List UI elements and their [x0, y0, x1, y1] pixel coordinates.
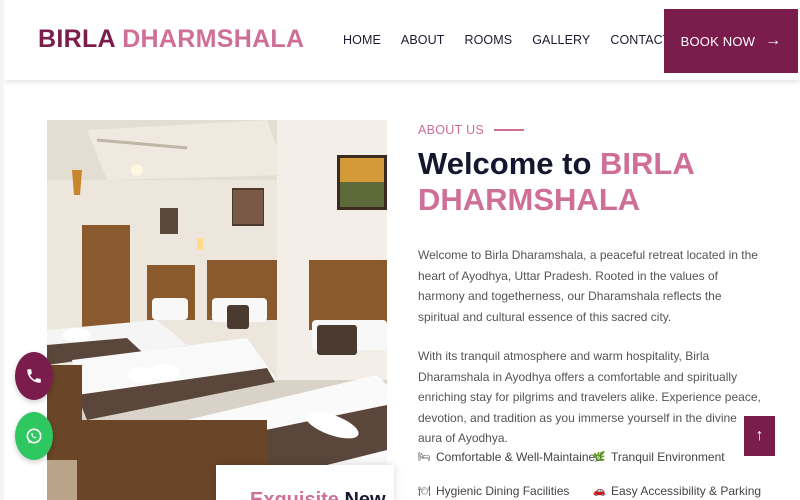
heading-pink-2: DHARMSHALA [418, 182, 641, 217]
nav-about[interactable]: ABOUT [401, 33, 445, 47]
dining-icon: 🍽 [418, 485, 431, 497]
page-title: Welcome to BIRLA DHARMSHALA [418, 146, 778, 218]
book-now-button[interactable]: BOOK NOW → [664, 9, 798, 73]
feature-label: Hygienic Dining Facilities [436, 484, 570, 498]
photo-caption-card: Exquisite New [216, 465, 394, 500]
main-nav: HOME ABOUT ROOMS GALLERY CONTACT US [343, 33, 711, 47]
feature-label: Tranquil Environment [611, 450, 725, 464]
leaf-icon: 🌿 [593, 451, 606, 463]
feature-label: Easy Accessibility & Parking [611, 484, 762, 498]
whatsapp-icon [26, 428, 42, 444]
logo-part2: DHARMSHALA [122, 25, 305, 53]
label-divider [494, 129, 525, 131]
feature-item: 🌿 Tranquil Environment [593, 450, 725, 464]
whatsapp-button[interactable] [15, 412, 53, 460]
site-header: BIRLA DHARMSHALA HOME ABOUT ROOMS GALLER… [4, 0, 800, 80]
book-now-label: BOOK NOW [680, 33, 756, 49]
caption-pink: Exquisite [250, 489, 339, 500]
arrow-up-icon: ↑ [755, 427, 764, 444]
feature-item: 🍽 Hygienic Dining Facilities [418, 484, 569, 498]
feature-item: 🚗 Easy Accessibility & Parking [593, 484, 761, 498]
heading-pink-1: BIRLA [600, 146, 695, 181]
heading-plain: Welcome to [418, 146, 592, 181]
about-paragraph-1: Welcome to Birla Dharamshala, a peaceful… [418, 248, 758, 324]
nav-rooms[interactable]: ROOMS [464, 33, 512, 47]
feature-label: Comfortable & Well-Maintained [436, 450, 602, 464]
arrow-right-icon: → [765, 32, 782, 49]
call-button[interactable] [15, 352, 53, 400]
page: BIRLA DHARMSHALA HOME ABOUT ROOMS GALLER… [4, 0, 800, 500]
room-illustration [47, 120, 387, 500]
about-us-text: ABOUT US [418, 123, 485, 137]
about-paragraph-2: With its tranquil atmosphere and warm ho… [418, 349, 761, 445]
logo-part1: BIRLA [38, 25, 115, 53]
room-photo [47, 120, 387, 500]
car-icon: 🚗 [593, 485, 606, 497]
feature-item: 🛏 Comfortable & Well-Maintained [418, 450, 602, 464]
site-logo[interactable]: BIRLA DHARMSHALA [38, 25, 304, 54]
nav-home[interactable]: HOME [343, 33, 381, 47]
about-us-label: ABOUT US [418, 123, 525, 137]
nav-gallery[interactable]: GALLERY [532, 33, 590, 47]
phone-icon [27, 369, 41, 383]
bed-icon: 🛏 [418, 451, 431, 463]
scroll-to-top-button[interactable]: ↑ [744, 416, 775, 456]
caption-dark: New [344, 489, 386, 500]
photo-caption: Exquisite New [250, 489, 386, 500]
